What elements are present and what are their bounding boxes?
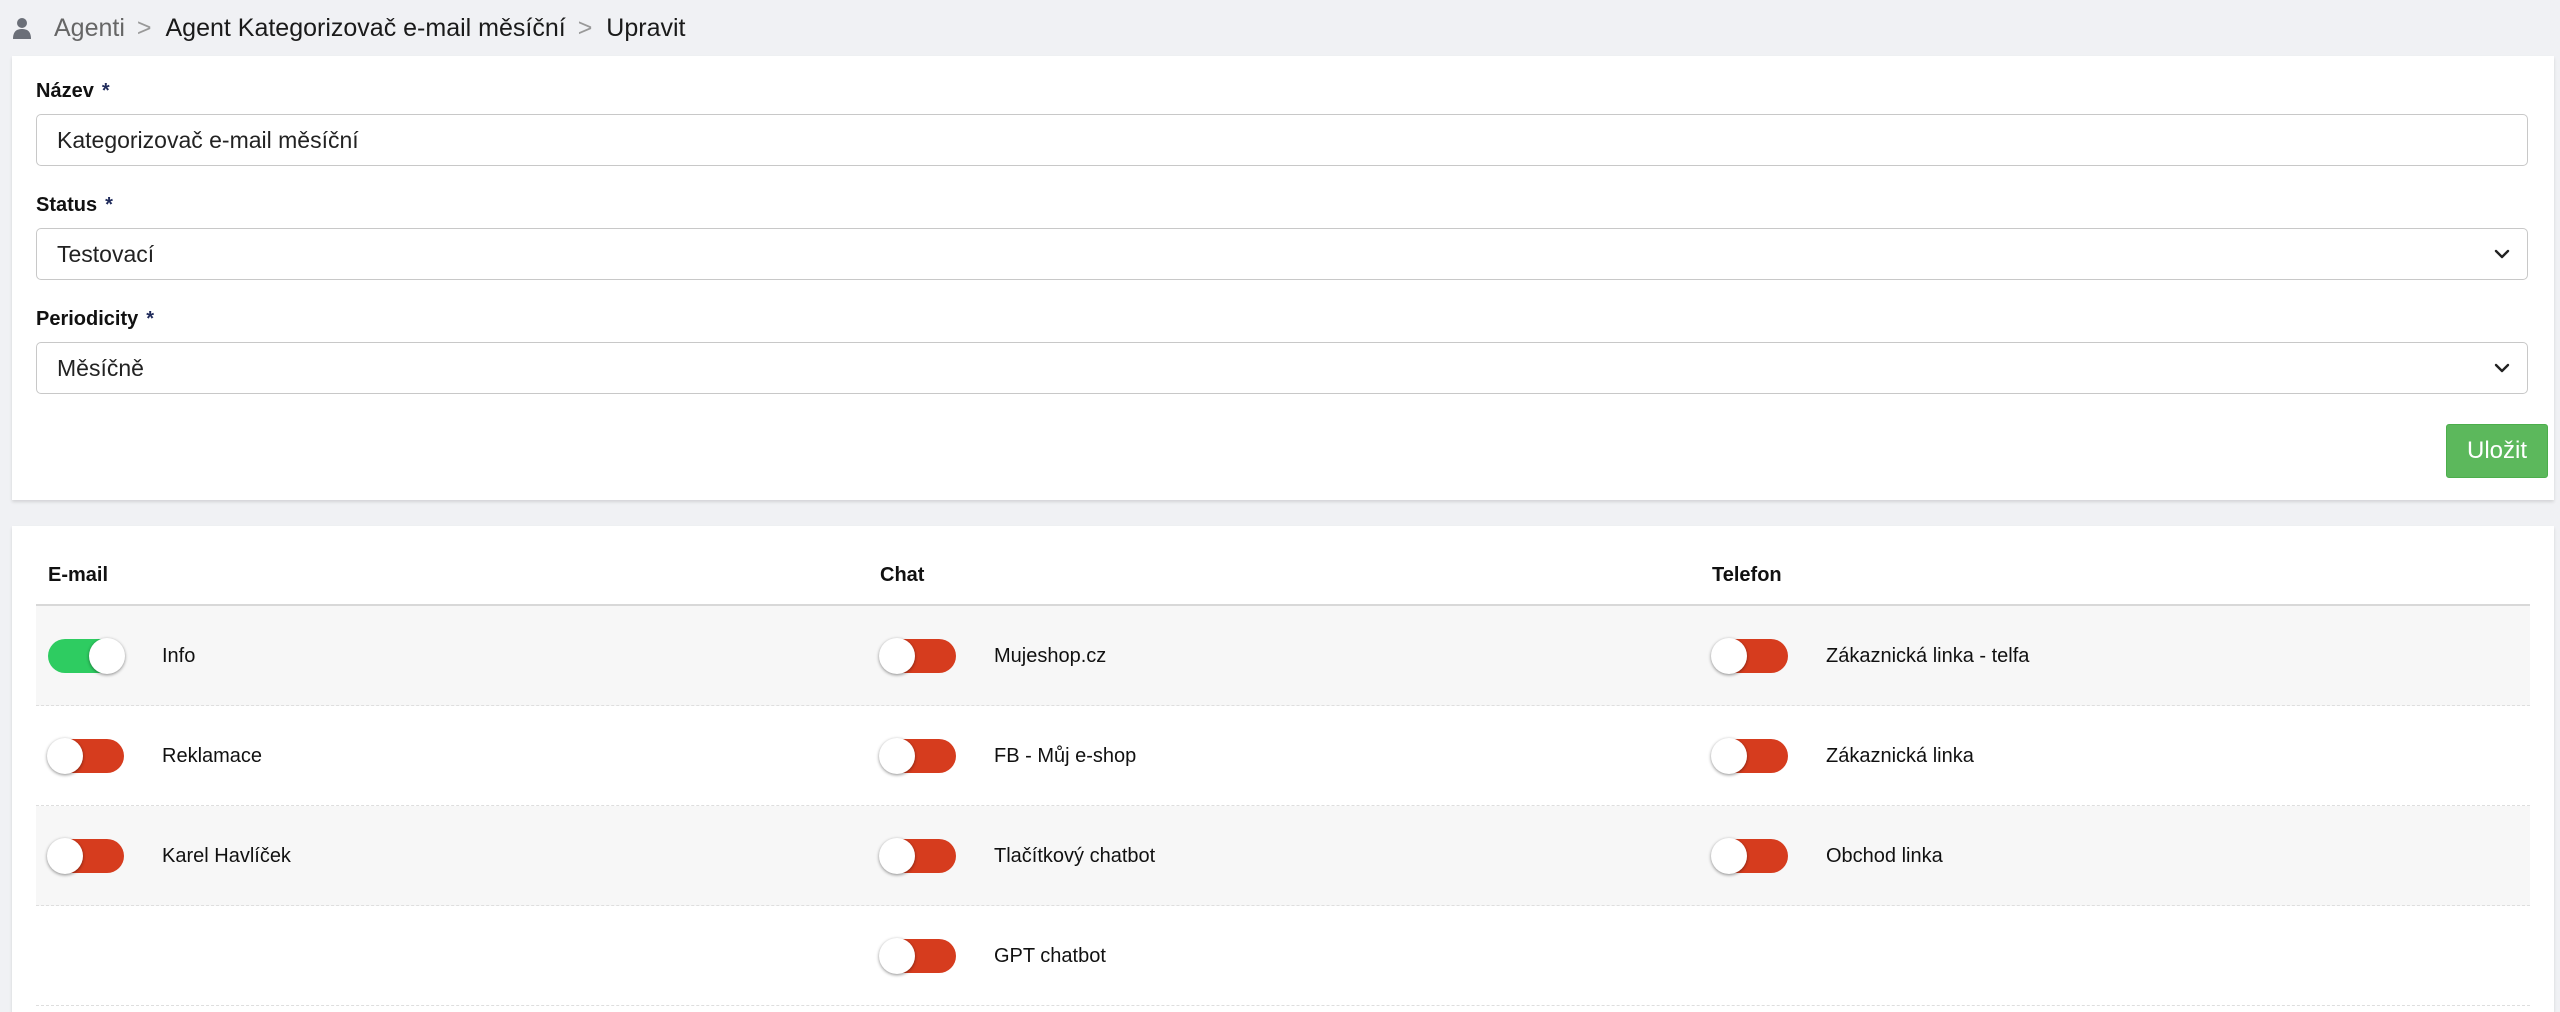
table-row: Karel Havlíček Tlačítkový chatbot Obchod l… <box>36 806 2530 906</box>
channel-toggle[interactable] <box>879 738 956 774</box>
name-input[interactable]: Kategorizovač e-mail měsíční <box>36 114 2528 166</box>
channel-cell: Reklamace <box>47 706 263 806</box>
channel-label: Karel Havlíček <box>162 844 291 867</box>
channel-cell: Mujeshop.cz <box>879 606 1107 706</box>
status-label: Status * <box>36 194 113 216</box>
toggle-knob <box>1711 738 1747 774</box>
chevron-down-icon <box>2494 363 2510 373</box>
channel-label: Tlačítkový chatbot <box>994 844 1156 867</box>
name-label: Název * <box>36 80 110 102</box>
periodicity-select[interactable]: Měsíčně <box>36 342 2528 394</box>
toggle-knob <box>879 738 915 774</box>
channel-cell: GPT chatbot <box>879 906 1106 1006</box>
channel-label: Zákaznická linka <box>1826 744 1974 767</box>
toggle-knob <box>1711 838 1747 874</box>
required-mark: * <box>101 80 110 102</box>
column-header-telefon: Telefon <box>1712 564 1782 586</box>
table-row: GPT chatbot <box>36 906 2530 1006</box>
table-row: Reklamace FB - Můj e-shop Zákaznická linka <box>36 706 2530 806</box>
user-icon <box>13 18 31 39</box>
channel-label: Zákaznická linka - telfa <box>1826 644 2030 667</box>
name-input-value: Kategorizovač e-mail měsíční <box>57 126 359 153</box>
channel-cell: Zákaznická linka - telfa <box>1711 606 2030 706</box>
required-mark: * <box>146 308 155 330</box>
channel-label: Info <box>162 644 196 667</box>
toggle-knob <box>879 938 915 974</box>
periodicity-label: Periodicity * <box>36 308 155 330</box>
channel-toggle[interactable] <box>879 938 956 974</box>
channel-label: GPT chatbot <box>994 944 1106 967</box>
channel-cell: Zákaznická linka <box>1711 706 1974 806</box>
save-button[interactable]: Uložit <box>2446 424 2548 478</box>
toggle-knob <box>47 838 83 874</box>
channel-label: Obchod linka <box>1826 844 1943 867</box>
channel-toggle[interactable] <box>1711 638 1788 674</box>
toggle-knob <box>879 638 915 674</box>
channel-cell: Obchod linka <box>1711 806 1943 906</box>
channel-label: Mujeshop.cz <box>994 644 1107 667</box>
breadcrumb-agenti-link[interactable]: Agenti <box>54 14 125 43</box>
breadcrumb-separator: > <box>136 13 152 42</box>
channel-label: Reklamace <box>162 744 263 767</box>
channel-toggle[interactable] <box>1711 738 1788 774</box>
status-select-value: Testovací <box>57 240 155 267</box>
channel-toggle[interactable] <box>47 838 124 874</box>
channel-toggle[interactable] <box>879 838 956 874</box>
table-row: Info Mujeshop.cz Zákaznická linka - telfa <box>36 606 2530 706</box>
agent-form-panel: Název * Kategorizovač e-mail měsíční Stat… <box>12 56 2554 500</box>
breadcrumb-separator: > <box>577 13 593 42</box>
channel-toggle[interactable] <box>47 738 124 774</box>
channel-label: FB - Můj e-shop <box>994 744 1137 767</box>
toggle-knob <box>879 838 915 874</box>
column-header-chat: Chat <box>880 564 925 586</box>
toggle-knob <box>89 638 125 674</box>
chevron-down-icon <box>2494 249 2510 259</box>
status-select[interactable]: Testovací <box>36 228 2528 280</box>
channel-toggle[interactable] <box>1711 838 1788 874</box>
channel-cell: Karel Havlíček <box>47 806 291 906</box>
required-mark: * <box>105 194 113 216</box>
breadcrumb: Agenti > Agent Kategorizovač e-mail měsí… <box>0 0 2560 56</box>
channel-toggle[interactable] <box>879 638 956 674</box>
channel-cell: Info <box>48 606 195 706</box>
breadcrumb-current: Upravit <box>606 13 686 42</box>
channel-cell: FB - Můj e-shop <box>879 706 1137 806</box>
channels-panel: E-mail Chat Telefon Info Mujeshop.cz Zákaz… <box>12 526 2554 1012</box>
toggle-knob <box>1711 638 1747 674</box>
periodicity-select-value: Měsíčně <box>57 354 144 381</box>
column-header-email: E-mail <box>48 564 109 586</box>
breadcrumb-agent-link[interactable]: Agent Kategorizovač e-mail měsíční <box>166 14 566 43</box>
channel-toggle[interactable] <box>48 638 125 674</box>
toggle-knob <box>47 738 83 774</box>
channel-cell: Tlačítkový chatbot <box>879 806 1156 906</box>
